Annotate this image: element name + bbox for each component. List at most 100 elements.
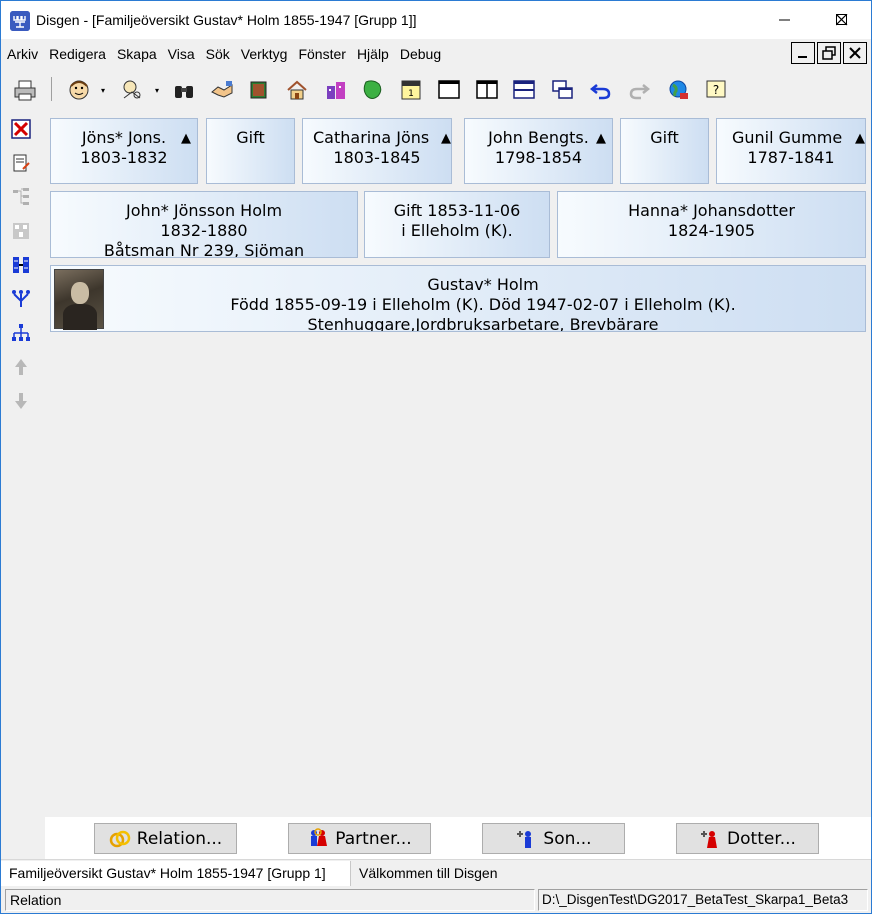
add-son-icon (517, 830, 532, 848)
parents-marriage-box[interactable]: Gift 1853-11-06 i Elleholm (K). (364, 191, 550, 258)
move-up-button[interactable] (9, 355, 33, 379)
search-dropdown-icon[interactable]: ▾ (155, 86, 163, 95)
marriage-box-maternal[interactable]: Gift (620, 118, 709, 184)
grandparent-box-1[interactable]: Jöns* Jons. 1803-1832 ▲ (50, 118, 198, 184)
web-button[interactable] (666, 77, 692, 103)
book-button[interactable] (246, 77, 272, 103)
move-down-button[interactable] (9, 389, 33, 413)
menu-visa[interactable]: Visa (162, 46, 200, 62)
home-button[interactable] (284, 77, 310, 103)
columns-icon (13, 257, 29, 273)
mdi-controls (791, 42, 867, 64)
menu-bar: Arkiv Redigera Skapa Visa Sök Verktyg Fö… (1, 39, 871, 69)
menu-fonster[interactable]: Fönster (292, 46, 350, 62)
print-button[interactable] (12, 77, 38, 103)
edit-document-button[interactable] (9, 151, 33, 175)
redo-button[interactable] (626, 77, 652, 103)
marriage-date: Gift 1853-11-06 (393, 201, 521, 220)
layout-single-button[interactable] (436, 77, 462, 103)
person-name: Gunil Gumme (732, 128, 843, 147)
dotter-button[interactable]: Dotter... (676, 823, 819, 854)
layout-horizontal-button[interactable] (511, 77, 537, 103)
tree-view-button[interactable] (9, 185, 33, 209)
title-bar[interactable]: Disgen - [Familjeöversikt Gustav* Holm 1… (1, 1, 871, 39)
marriage-label: Gift (650, 128, 679, 147)
mdi-minimize-button[interactable] (791, 42, 815, 64)
search-person-button[interactable] (119, 77, 145, 103)
marriage-box-paternal[interactable]: Gift (206, 118, 295, 184)
tab-welcome[interactable]: Välkommen till Disgen (351, 861, 506, 886)
mdi-restore-button[interactable] (817, 42, 841, 64)
svg-text:?: ? (713, 83, 719, 97)
relation-button[interactable]: Relation... (94, 823, 237, 854)
main-person-box[interactable]: Gustav* Holm Född 1855-09-19 i Elleholm … (50, 265, 866, 332)
layout-vertical-button[interactable] (474, 77, 500, 103)
person-name: Jöns* Jons. (81, 128, 167, 147)
close-view-button[interactable] (9, 117, 33, 141)
person-search-icon (123, 80, 141, 99)
app-icon (10, 11, 30, 31)
person-years: 1787-1841 (747, 148, 835, 167)
family-overview: Jöns* Jons. 1803-1832 ▲ Gift Catharina J… (45, 111, 871, 817)
person-years: 1803-1845 (333, 148, 421, 167)
handshake-button[interactable] (209, 77, 235, 103)
toolbar: ▾ ▾ 1 ? (1, 71, 871, 109)
marriage-label: Gift (236, 128, 265, 147)
menu-arkiv[interactable]: Arkiv (1, 46, 43, 62)
father-box[interactable]: John* Jönsson Holm 1832-1880 Båtsman Nr … (50, 191, 358, 258)
home-icon (287, 80, 307, 100)
red-x-icon (11, 119, 31, 139)
undo-button[interactable] (588, 77, 614, 103)
family-columns-button[interactable] (9, 253, 33, 277)
main-person-occupation: Stenhuggare,Jordbruksarbetare, Brevbärar… (307, 315, 659, 332)
expand-up-icon[interactable]: ▲ (441, 129, 451, 149)
cascade-button[interactable] (550, 77, 576, 103)
photo-body (63, 304, 97, 330)
grandparent-box-4[interactable]: Gunil Gumme 1787-1841 ▲ (716, 118, 866, 184)
mdi-close-button[interactable] (843, 42, 867, 64)
person-dropdown-icon[interactable]: ▾ (101, 86, 109, 95)
person-button[interactable] (66, 77, 92, 103)
grandparent-box-3[interactable]: John Bengts. 1798-1854 ▲ (464, 118, 613, 184)
menu-hjalp[interactable]: Hjälp (351, 46, 394, 62)
overview-button[interactable] (9, 219, 33, 243)
person-photo[interactable] (54, 269, 104, 330)
binoculars-icon (175, 86, 193, 98)
redo-icon (629, 84, 651, 100)
menu-sok[interactable]: Sök (200, 46, 235, 62)
expand-up-icon[interactable]: ▲ (181, 129, 191, 149)
close-button[interactable] (813, 1, 871, 39)
person-years: 1798-1854 (494, 148, 583, 167)
tab-family-overview[interactable]: Familjeöversikt Gustav* Holm 1855-1947 [… (1, 861, 351, 886)
find-button[interactable] (171, 77, 197, 103)
app-window: Disgen - [Familjeöversikt Gustav* Holm 1… (0, 0, 872, 914)
main-person-name: Gustav* Holm (427, 275, 539, 294)
mother-name: Hanna* Johansdotter (628, 201, 795, 220)
menu-verktyg[interactable]: Verktyg (235, 46, 293, 62)
status-message: Relation (5, 889, 535, 911)
grandparent-box-2[interactable]: Catharina Jöns 1803-1845 ▲ (302, 118, 452, 184)
relation-button-label: Relation... (136, 828, 223, 849)
son-button[interactable]: Son... (482, 823, 625, 854)
mother-box[interactable]: Hanna* Johansdotter 1824-1905 (557, 191, 866, 258)
undo-icon (589, 84, 611, 100)
help-button[interactable]: ? (703, 77, 729, 103)
places-button[interactable] (323, 77, 349, 103)
ancestor-tree-button[interactable] (9, 287, 33, 311)
menu-redigera[interactable]: Redigera (43, 46, 111, 62)
menu-skapa[interactable]: Skapa (111, 46, 162, 62)
partner-button[interactable]: Partner... (288, 823, 431, 854)
close-icon (849, 47, 861, 59)
left-toolbar (5, 113, 39, 413)
father-name: John* Jönsson Holm (125, 201, 283, 220)
couple-icon (311, 827, 328, 846)
person-name: Catharina Jöns (313, 128, 430, 147)
descendant-tree-button[interactable] (9, 321, 33, 345)
map-button[interactable] (360, 77, 386, 103)
expand-up-icon[interactable]: ▲ (855, 129, 865, 149)
help-icon: ? (706, 80, 726, 98)
expand-up-icon[interactable]: ▲ (596, 129, 606, 149)
calendar-icon: 1 (401, 80, 421, 100)
menu-debug[interactable]: Debug (394, 46, 446, 62)
calendar-button[interactable]: 1 (398, 77, 424, 103)
